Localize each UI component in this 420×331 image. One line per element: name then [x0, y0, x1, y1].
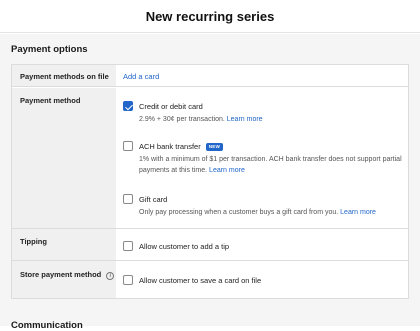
gift-card-checkbox[interactable] [123, 194, 133, 204]
learn-more-link[interactable]: Learn more [340, 209, 376, 216]
new-badge: NEW [205, 142, 224, 151]
learn-more-link[interactable]: Learn more [227, 116, 263, 123]
option-description: Only pay processing when a customer buys… [139, 209, 339, 216]
row-store-payment-method: Store payment method i Allow customer to … [12, 262, 408, 298]
row-tipping: Tipping Allow customer to add a tip [12, 228, 408, 261]
allow-tip-checkbox[interactable] [123, 241, 133, 251]
row-label: Store payment method [20, 270, 102, 279]
communication-section-title: Communication [11, 320, 83, 331]
row-payment-methods-on-file: Payment methods on file Add a card [12, 65, 408, 87]
info-icon[interactable]: i [106, 272, 115, 280]
credit-card-checkbox[interactable] [123, 101, 133, 111]
option-description: 1% with a minimum of $1 per transaction.… [139, 156, 402, 174]
save-card-checkbox[interactable] [123, 275, 133, 285]
page-title: New recurring series [145, 8, 275, 24]
row-label: Tipping [20, 237, 47, 246]
option-description: 2.9% + 30¢ per transaction. [139, 116, 225, 123]
row-label: Payment method [20, 96, 81, 105]
payment-options-table-lower: Tipping Allow customer to add a tip Stor… [11, 228, 409, 299]
learn-more-link[interactable]: Learn more [209, 167, 245, 174]
option-title: Allow customer to add a tip [139, 242, 230, 251]
option-title: Allow customer to save a card on file [139, 276, 262, 285]
option-title: ACH bank transfer [139, 142, 201, 151]
option-title: Gift card [139, 195, 168, 204]
add-card-link[interactable]: Add a card [123, 72, 159, 81]
row-label: Payment methods on file [20, 72, 109, 81]
section-title: Payment options [11, 44, 88, 55]
ach-checkbox[interactable] [123, 141, 133, 151]
page-header: New recurring series [0, 0, 420, 33]
option-title: Credit or debit card [139, 102, 203, 111]
